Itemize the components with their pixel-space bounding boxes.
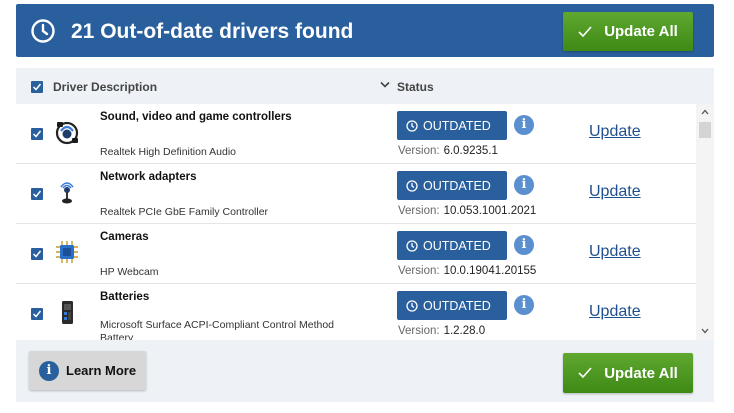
learn-more-label: Learn More [66, 363, 137, 378]
chevron-down-icon[interactable] [380, 81, 390, 89]
camera-chip-icon [56, 241, 78, 263]
update-link[interactable]: Update [589, 123, 641, 141]
driver-version: Version: 10.0.19041.20155 [398, 265, 536, 277]
driver-device-name: Microsoft Surface ACPI-Compliant Control… [100, 319, 335, 340]
select-all-checkbox[interactable] [31, 81, 43, 93]
version-value: 10.0.19041.20155 [443, 265, 537, 277]
learn-more-button[interactable]: i Learn More [29, 351, 146, 390]
checkmark-icon [578, 25, 592, 37]
driver-row: Network adapters Realtek PCIe GbE Family… [16, 164, 696, 224]
driver-row: Cameras HP Webcam OUTDATED i Version: 10.… [16, 224, 696, 284]
driver-device-name: HP Webcam [100, 266, 159, 278]
driver-version: Version: 1.2.28.0 [398, 325, 485, 337]
driver-row: Batteries Microsoft Surface ACPI-Complia… [16, 284, 696, 340]
update-all-label: Update All [604, 364, 678, 382]
clock-icon [406, 119, 418, 132]
update-link[interactable]: Update [589, 243, 641, 261]
driver-list: Sound, video and game controllers Realte… [16, 104, 714, 340]
scroll-up-icon[interactable] [701, 109, 709, 115]
info-icon[interactable]: i [514, 235, 534, 255]
driver-row: Sound, video and game controllers Realte… [16, 104, 696, 164]
row-checkbox[interactable] [31, 308, 43, 320]
driver-version: Version: 10.053.1001.2021 [398, 205, 536, 217]
version-value: 10.053.1001.2021 [443, 205, 537, 217]
update-link[interactable]: Update [589, 303, 641, 321]
row-checkbox[interactable] [31, 188, 43, 200]
scroll-down-icon[interactable] [701, 328, 709, 334]
column-driver-description[interactable]: Driver Description [53, 80, 157, 94]
clock-icon [406, 239, 418, 252]
version-label: Version: [398, 265, 440, 277]
network-adapter-icon [60, 182, 74, 204]
status-badge: OUTDATED [397, 291, 507, 320]
scrollbar-thumb[interactable] [699, 122, 711, 138]
status-text: OUTDATED [423, 178, 491, 193]
version-label: Version: [398, 145, 440, 157]
driver-category: Cameras [100, 231, 149, 243]
version-value: 1.2.28.0 [443, 325, 486, 337]
info-icon[interactable]: i [514, 115, 534, 135]
version-label: Version: [398, 325, 440, 337]
clock-icon [406, 179, 418, 192]
status-badge: OUTDATED [397, 111, 507, 140]
column-status[interactable]: Status [397, 80, 434, 94]
info-icon: i [39, 360, 59, 381]
column-header: Driver Description Status [16, 68, 714, 104]
scrollbar[interactable] [696, 104, 714, 340]
status-text: OUTDATED [423, 298, 491, 313]
battery-icon [62, 301, 73, 324]
clock-icon [31, 19, 55, 43]
page-title: 21 Out-of-date drivers found [71, 20, 354, 43]
status-text: OUTDATED [423, 238, 491, 253]
row-checkbox[interactable] [31, 248, 43, 260]
status-badge: OUTDATED [397, 231, 507, 260]
info-icon[interactable]: i [514, 175, 534, 195]
driver-version: Version: 6.0.9235.1 [398, 145, 498, 157]
checkmark-icon [578, 367, 592, 379]
clock-icon [406, 299, 418, 312]
status-badge: OUTDATED [397, 171, 507, 200]
audio-driver-icon [55, 121, 79, 145]
driver-category: Batteries [100, 291, 150, 303]
version-value: 6.0.9235.1 [443, 145, 498, 157]
driver-device-name: Realtek High Definition Audio [100, 146, 236, 158]
update-link[interactable]: Update [589, 183, 641, 201]
driver-category: Network adapters [100, 171, 197, 183]
driver-category: Sound, video and game controllers [100, 111, 292, 123]
status-text: OUTDATED [423, 118, 491, 133]
update-all-label: Update All [604, 23, 678, 40]
update-all-button-bottom[interactable]: Update All [563, 353, 693, 393]
driver-device-name: Realtek PCIe GbE Family Controller [100, 206, 269, 218]
version-label: Version: [398, 205, 440, 217]
info-icon[interactable]: i [514, 295, 534, 315]
update-all-button-top[interactable]: Update All [563, 12, 693, 51]
row-checkbox[interactable] [31, 128, 43, 140]
